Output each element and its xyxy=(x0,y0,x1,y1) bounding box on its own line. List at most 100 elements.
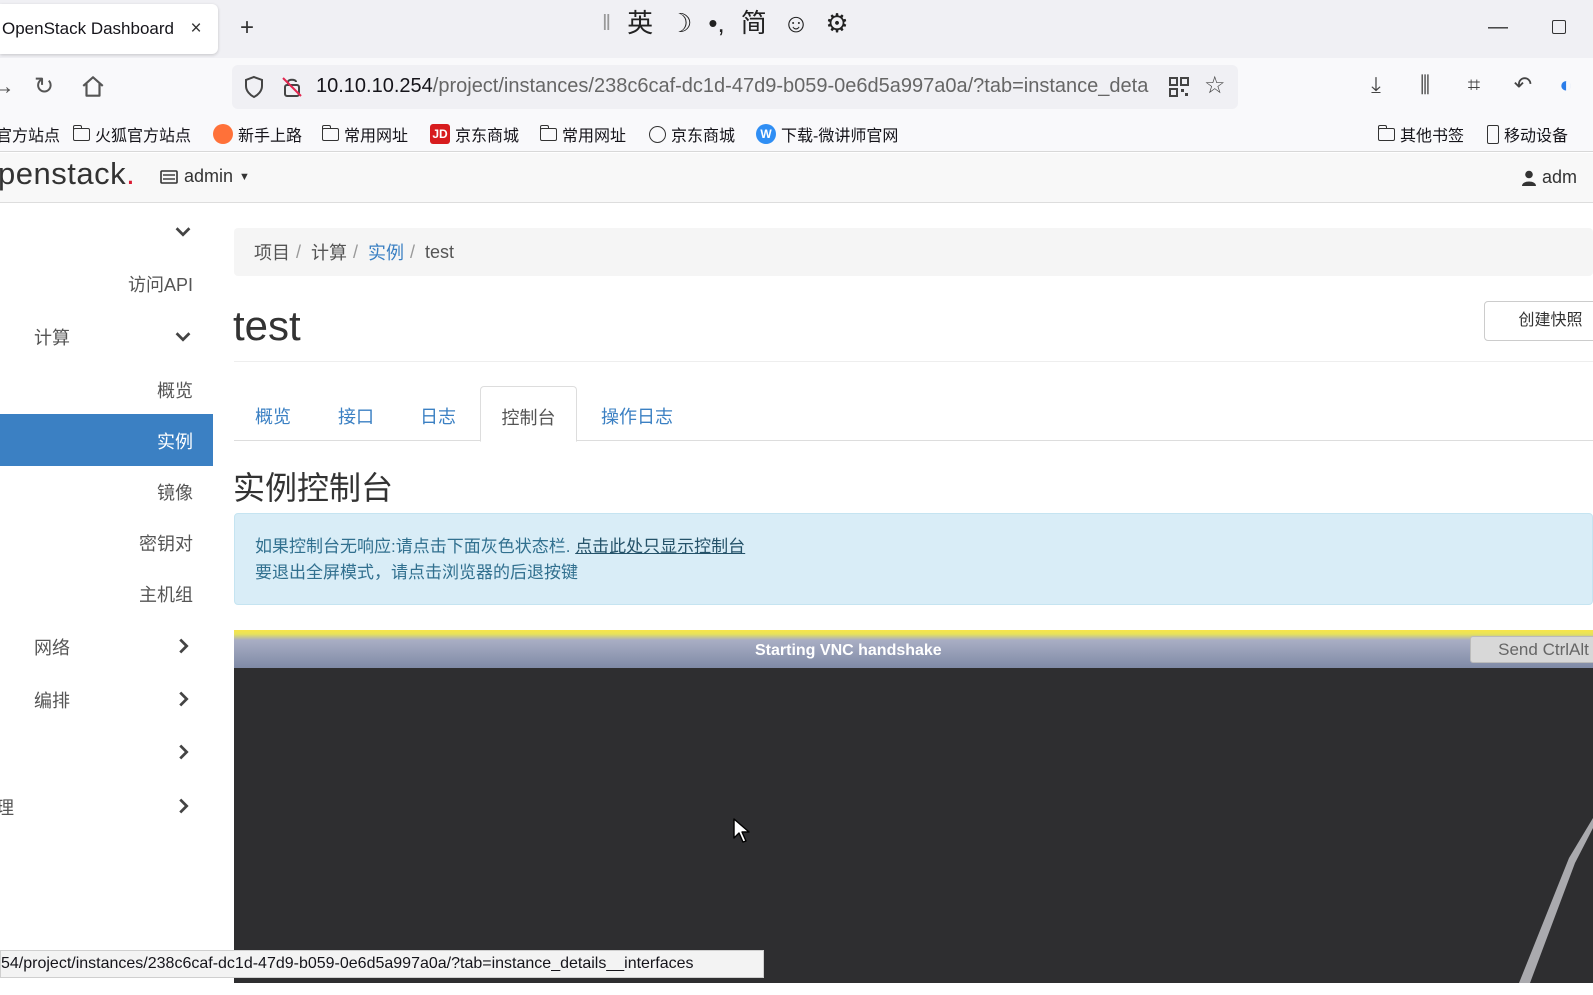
openstack-logo[interactable]: penstack. xyxy=(0,156,135,192)
sidebar-item-server-groups[interactable]: 主机组 xyxy=(0,567,213,619)
vnc-status-text: Starting VNC handshake xyxy=(755,642,942,659)
undo-icon[interactable]: ↶ xyxy=(1509,72,1537,98)
forward-icon[interactable]: → xyxy=(0,72,18,102)
breadcrumb-instances-link[interactable]: 实例 xyxy=(368,239,404,265)
console-info-alert: 如果控制台无响应:请点击下面灰色状态栏. 点击此处只显示控制台 要退出全屏模式，… xyxy=(234,513,1593,605)
bookmark-star-icon[interactable]: ☆ xyxy=(1204,71,1228,99)
create-snapshot-button[interactable]: 创建快照 xyxy=(1484,301,1593,341)
sidebar: 访问API 计算 概览 实例 镜像 密钥对 主机组 网络 编排 理 xyxy=(0,203,213,983)
close-icon[interactable]: × xyxy=(186,18,206,40)
browser-nav-bar: → ↻ 10.10.10.254/project/instances/238c6… xyxy=(0,58,1593,118)
ime-script-toggle[interactable]: 简 xyxy=(741,3,767,43)
qr-code-icon[interactable] xyxy=(1167,75,1191,99)
chevron-right-icon xyxy=(179,638,189,654)
sidebar-item-network[interactable]: 网络 xyxy=(0,620,213,672)
breadcrumb-compute: 计算 xyxy=(311,243,348,263)
bookmark-item[interactable]: W 下载-微讲师官网 xyxy=(756,123,898,145)
crop-icon[interactable]: ⌗ xyxy=(1460,72,1488,98)
bookmark-item[interactable]: 新手上路 xyxy=(213,123,302,145)
reload-icon[interactable]: ↻ xyxy=(29,72,59,102)
folder-icon xyxy=(539,124,557,141)
sidebar-item-management[interactable]: 理 xyxy=(0,780,213,832)
minimize-icon[interactable]: — xyxy=(1488,16,1508,39)
user-menu[interactable]: adm xyxy=(1522,167,1577,188)
vnc-console-screen[interactable] xyxy=(234,668,1593,983)
ime-toolbar: ‖ 英 ☽ •, 简 ☺ ⚙ xyxy=(596,2,855,44)
sidebar-item-api-access[interactable]: 访问API xyxy=(0,257,213,309)
breadcrumb-project: 项目 xyxy=(254,243,290,263)
sidebar-item-instances[interactable]: 实例 xyxy=(0,414,213,466)
library-icon[interactable]: ⫼ xyxy=(1411,72,1439,98)
insecure-lock-icon[interactable] xyxy=(280,75,304,99)
folder-icon xyxy=(1377,124,1395,141)
bookmark-item[interactable]: 其他书签 xyxy=(1377,123,1464,145)
vnc-status-bar[interactable]: Starting VNC handshake Send CtrlAlt xyxy=(234,630,1593,668)
ime-lang-toggle[interactable]: 英 xyxy=(627,3,653,43)
divider xyxy=(234,361,1593,362)
new-tab-button[interactable]: + xyxy=(234,16,260,40)
tab-action-log[interactable]: 操作日志 xyxy=(601,386,673,441)
tab-interfaces[interactable]: 接口 xyxy=(338,386,374,441)
sidebar-item-overview[interactable]: 概览 xyxy=(0,363,213,415)
user-name: adm xyxy=(1542,167,1578,187)
mouse-cursor-icon xyxy=(733,818,750,843)
chevron-down-icon xyxy=(175,332,191,342)
section-title: 实例控制台 xyxy=(233,470,394,506)
alert-line-1: 如果控制台无响应:请点击下面灰色状态栏. 点击此处只显示控制台 xyxy=(255,537,746,556)
globe-icon xyxy=(649,125,666,143)
browser-status-bar: 54/project/instances/238c6caf-dc1d-47d9-… xyxy=(0,950,764,978)
w-icon: W xyxy=(756,124,776,144)
page-title: test xyxy=(233,302,301,349)
tab-log[interactable]: 日志 xyxy=(420,386,456,441)
chevron-right-icon xyxy=(179,691,189,707)
sidebar-item-orchestration[interactable]: 编排 xyxy=(0,673,213,725)
restore-icon[interactable] xyxy=(1552,20,1566,34)
home-icon[interactable] xyxy=(80,74,106,100)
bookmark-item[interactable]: 常用网址 xyxy=(539,123,626,145)
sidebar-item-compute[interactable]: 计算 xyxy=(0,310,213,362)
mobile-icon xyxy=(1487,124,1499,144)
bookmark-item[interactable]: 官方站点 xyxy=(0,123,60,145)
caret-down-icon: ▼ xyxy=(239,170,250,183)
tab-overview[interactable]: 概览 xyxy=(255,386,291,441)
folder-icon xyxy=(72,124,90,141)
instance-tabs: 概览 接口 日志 控制台 操作日志 xyxy=(234,386,1593,442)
console-only-link[interactable]: 点击此处只显示控制台 xyxy=(575,537,745,556)
alert-line-2: 要退出全屏模式，请点击浏览器的后退按键 xyxy=(255,563,578,582)
ime-grip-icon[interactable]: ‖ xyxy=(602,3,611,43)
project-switcher[interactable]: admin ▼ xyxy=(160,166,250,187)
firefox-icon xyxy=(213,124,233,144)
url-host: 10.10.10.254 xyxy=(316,75,433,97)
url-bar[interactable]: 10.10.10.254/project/instances/238c6caf-… xyxy=(232,65,1238,109)
folder-icon xyxy=(321,124,339,141)
download-icon[interactable]: ⤓ xyxy=(1362,72,1390,98)
sidebar-item-images[interactable]: 镜像 xyxy=(0,465,213,517)
sidebar-item-key-pairs[interactable]: 密钥对 xyxy=(0,516,213,568)
sidebar-item-collapsed[interactable] xyxy=(0,726,213,778)
tab-console[interactable]: 控制台 xyxy=(480,386,577,442)
project-name: admin xyxy=(184,166,234,186)
bookmark-item[interactable]: JD 京东商城 xyxy=(430,123,519,145)
chevron-right-icon xyxy=(179,744,189,760)
moon-icon[interactable]: ☽ xyxy=(669,3,692,43)
account-icon[interactable]: ◐ xyxy=(1552,72,1580,98)
url-text[interactable]: 10.10.10.254/project/instances/238c6caf-… xyxy=(316,75,1161,98)
bookmark-item[interactable]: 常用网址 xyxy=(321,123,408,145)
breadcrumb-current: test xyxy=(425,241,455,262)
gear-icon[interactable]: ⚙ xyxy=(825,3,848,43)
send-ctrl-alt-del-button[interactable]: Send CtrlAlt xyxy=(1470,636,1593,663)
sidebar-item-project[interactable] xyxy=(0,205,213,257)
bookmark-item[interactable]: 火狐官方站点 xyxy=(72,123,191,145)
chevron-right-icon xyxy=(179,798,189,814)
shield-icon[interactable] xyxy=(242,75,266,99)
browser-tab[interactable]: OpenStack Dashboard × xyxy=(0,4,218,54)
openstack-header: penstack. admin ▼ adm xyxy=(0,153,1593,203)
emoji-icon[interactable]: ☺ xyxy=(783,3,810,43)
tab-title: OpenStack Dashboard xyxy=(2,19,174,38)
chevron-down-icon xyxy=(175,227,191,237)
ime-punct-toggle[interactable]: •, xyxy=(708,3,724,43)
bookmark-item[interactable]: 移动设备 xyxy=(1487,123,1568,145)
bookmark-item[interactable]: 京东商城 xyxy=(649,123,735,145)
vnc-decoration xyxy=(1519,818,1593,983)
url-path: /project/instances/238c6caf-dc1d-47d9-b0… xyxy=(432,75,1149,97)
